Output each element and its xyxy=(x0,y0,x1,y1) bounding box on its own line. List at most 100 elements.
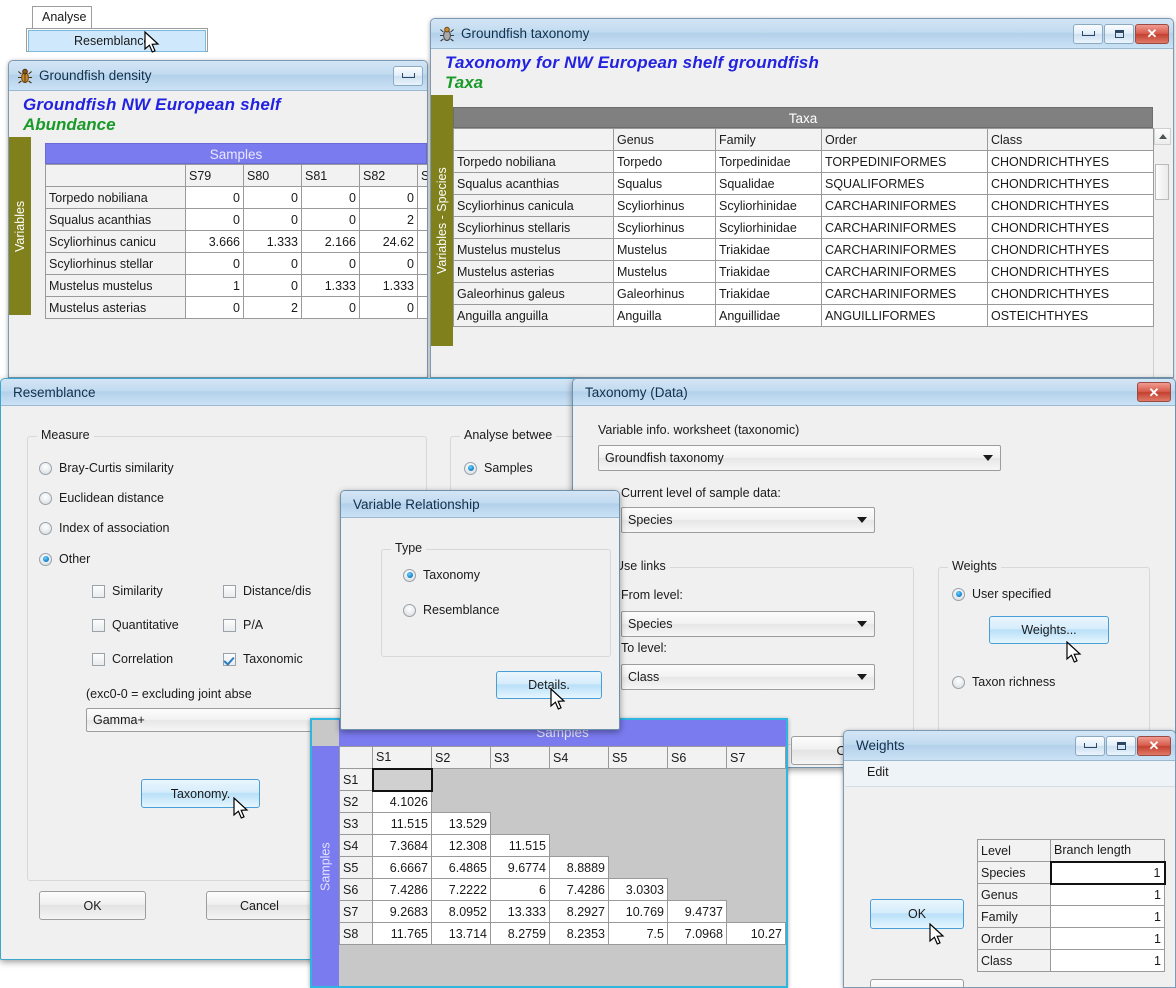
close-button[interactable]: ✕ xyxy=(1137,735,1171,756)
samples-cell[interactable]: 10.27 xyxy=(726,922,786,945)
table-row[interactable]: Torpedo nobiliana 0 0 0 0 xyxy=(45,186,427,209)
weights-table[interactable]: Level Branch length Species 1 Genus 1 Fa… xyxy=(977,839,1166,972)
menu-item-resemblance[interactable]: Resemblance. xyxy=(28,30,206,52)
taxonomy-cell[interactable]: Anguillidae xyxy=(715,304,822,327)
checkbox-distance-dissimilarity[interactable]: Distance/dis xyxy=(223,584,311,598)
taxonomy-cell[interactable]: CHONDRICHTHYES xyxy=(987,150,1154,173)
radio-euclidean[interactable]: Euclidean distance xyxy=(39,491,164,505)
samples-cell[interactable]: 8.2759 xyxy=(490,922,550,945)
taxonomy-cell[interactable]: CHONDRICHTHYES xyxy=(987,172,1154,195)
density-cell[interactable]: 24.62 xyxy=(359,230,418,253)
density-cell[interactable] xyxy=(417,252,427,275)
taxonomy-cell[interactable]: Mustelus xyxy=(613,260,716,283)
radio-bray-curtis[interactable]: Bray-Curtis similarity xyxy=(39,461,174,475)
samples-cell[interactable]: 6 xyxy=(490,878,550,901)
samples-cell[interactable]: 10.769 xyxy=(608,900,668,923)
weights-window[interactable]: Weights ✕ Edit OK Cancel Level Branch le… xyxy=(843,730,1176,988)
density-cell[interactable]: 0 xyxy=(185,186,244,209)
density-cell[interactable]: 0 xyxy=(243,208,302,231)
density-cell[interactable]: 0 xyxy=(359,296,418,319)
taxonomy-cell[interactable]: CHONDRICHTHYES xyxy=(987,216,1154,239)
taxonomy-cell[interactable]: Scyliorhinidae xyxy=(715,194,822,217)
samples-cell[interactable]: 11.515 xyxy=(372,812,432,835)
table-row[interactable]: Family 1 xyxy=(977,905,1165,928)
density-cell[interactable]: 0 xyxy=(359,186,418,209)
samples-cell[interactable]: 6.4865 xyxy=(431,856,491,879)
taxonomy-window-buttons[interactable]: ✕ xyxy=(1073,23,1169,44)
density-cell[interactable]: 3.666 xyxy=(185,230,244,253)
radio-index-association[interactable]: Index of association xyxy=(39,521,170,535)
density-cell[interactable] xyxy=(417,186,427,209)
radio-other[interactable]: Other xyxy=(39,552,90,566)
density-cell[interactable]: 1.333 xyxy=(243,230,302,253)
density-cell[interactable]: 0 xyxy=(185,208,244,231)
density-cell[interactable]: 2.166 xyxy=(301,230,360,253)
density-cell[interactable]: 0 xyxy=(301,252,360,275)
taxonomy-cell[interactable]: Mustelus xyxy=(613,238,716,261)
radio-resemblance[interactable]: Resemblance xyxy=(403,603,499,617)
density-cell[interactable]: 2 xyxy=(243,296,302,319)
taxonomy-cell[interactable]: CARCHARINIFORMES xyxy=(821,282,988,305)
density-cell[interactable]: 0 xyxy=(185,296,244,319)
taxonomy-data-dialog[interactable]: Taxonomy (Data) ✕ Variable info. workshe… xyxy=(572,378,1176,768)
samples-cell[interactable]: 13.714 xyxy=(431,922,491,945)
table-row[interactable]: Mustelus asterias 0 2 0 0 xyxy=(45,296,427,319)
minimize-button[interactable] xyxy=(1075,735,1105,756)
taxonomy-cell[interactable]: Scyliorhinidae xyxy=(715,216,822,239)
checkbox-quantitative[interactable]: Quantitative xyxy=(92,618,179,632)
samples-cell[interactable]: 8.8889 xyxy=(549,856,609,879)
current-level-combo[interactable]: Species xyxy=(621,507,875,533)
density-cell[interactable]: 0 xyxy=(301,186,360,209)
menu-edit-label[interactable]: Edit xyxy=(867,765,889,779)
taxonomy-cell[interactable]: OSTEICHTHYES xyxy=(987,304,1154,327)
table-row[interactable]: Scyliorhinus canicu 3.666 1.333 2.166 24… xyxy=(45,230,427,253)
taxonomy-cell[interactable]: Galeorhinus xyxy=(613,282,716,305)
taxonomy-cell[interactable]: CARCHARINIFORMES xyxy=(821,238,988,261)
table-row[interactable]: Class 1 xyxy=(977,949,1165,972)
table-row[interactable]: Scyliorhinus stellaris Scyliorhinus Scyl… xyxy=(453,216,1154,239)
samples-cell[interactable]: 13.333 xyxy=(490,900,550,923)
table-row[interactable]: Squalus acanthias 0 0 0 2 xyxy=(45,208,427,231)
density-cell[interactable] xyxy=(417,274,427,297)
density-cell[interactable]: 0 xyxy=(185,252,244,275)
variable-relationship-titlebar[interactable]: Variable Relationship xyxy=(341,491,619,518)
samples-cell[interactable]: 12.308 xyxy=(431,834,491,857)
density-cell[interactable]: 0 xyxy=(243,252,302,275)
groundfish-density-window[interactable]: Groundfish density Groundfish NW Europea… xyxy=(8,60,428,378)
cancel-button[interactable]: Cancel xyxy=(206,891,313,920)
groundfish-taxonomy-window[interactable]: Groundfish taxonomy ✕ Taxonomy for NW Eu… xyxy=(430,18,1174,378)
menu-tab-analyse[interactable]: Analyse xyxy=(32,6,92,28)
samples-cell[interactable]: 9.2683 xyxy=(372,900,432,923)
variable-relationship-dialog[interactable]: Variable Relationship Type Taxonomy Rese… xyxy=(340,490,620,730)
table-row[interactable]: S7 9.2683 8.0952 13.333 8.2927 10.769 9.… xyxy=(339,900,786,923)
density-cell[interactable]: 0 xyxy=(359,252,418,275)
details-button[interactable]: Details. xyxy=(496,671,602,699)
table-row[interactable]: S2 4.1026 xyxy=(339,790,786,813)
from-level-combo[interactable]: Species xyxy=(621,611,875,637)
radio-taxon-richness[interactable]: Taxon richness xyxy=(952,675,1055,689)
weights-ok-button[interactable]: OK xyxy=(870,899,964,929)
taxonomy-cell[interactable]: Torpedinidae xyxy=(715,150,822,173)
samples-cell[interactable]: 3.0303 xyxy=(608,878,668,901)
weights-titlebar[interactable]: Weights ✕ xyxy=(844,731,1175,761)
density-cell[interactable]: 1.333 xyxy=(359,274,418,297)
table-row[interactable]: Species 1 xyxy=(977,860,1166,885)
table-row[interactable]: Galeorhinus galeus Galeorhinus Triakidae… xyxy=(453,282,1154,305)
samples-cell[interactable]: 6.6667 xyxy=(372,856,432,879)
samples-cell[interactable]: 9.4737 xyxy=(667,900,727,923)
taxonomy-cell[interactable]: Squalus xyxy=(613,172,716,195)
table-row[interactable]: Mustelus asterias Mustelus Triakidae CAR… xyxy=(453,260,1154,283)
checkbox-pa[interactable]: P/A xyxy=(223,618,263,632)
density-cell[interactable]: 0 xyxy=(243,274,302,297)
table-row[interactable]: Mustelus mustelus 1 0 1.333 1.333 xyxy=(45,274,427,297)
table-row[interactable]: Mustelus mustelus Mustelus Triakidae CAR… xyxy=(453,238,1154,261)
taxonomy-cell[interactable]: CHONDRICHTHYES xyxy=(987,238,1154,261)
table-row[interactable]: Squalus acanthias Squalus Squalidae SQUA… xyxy=(453,172,1154,195)
samples-cell[interactable]: 9.6774 xyxy=(490,856,550,879)
taxonomy-cell[interactable]: CHONDRICHTHYES xyxy=(987,194,1154,217)
radio-samples[interactable]: Samples xyxy=(464,461,533,475)
table-row[interactable]: Genus 1 xyxy=(977,883,1165,906)
radio-taxonomy[interactable]: Taxonomy xyxy=(403,568,480,582)
table-row[interactable]: S8 11.765 13.714 8.2759 8.2353 7.5 7.096… xyxy=(339,922,786,945)
taxonomy-cell[interactable]: TORPEDINIFORMES xyxy=(821,150,988,173)
